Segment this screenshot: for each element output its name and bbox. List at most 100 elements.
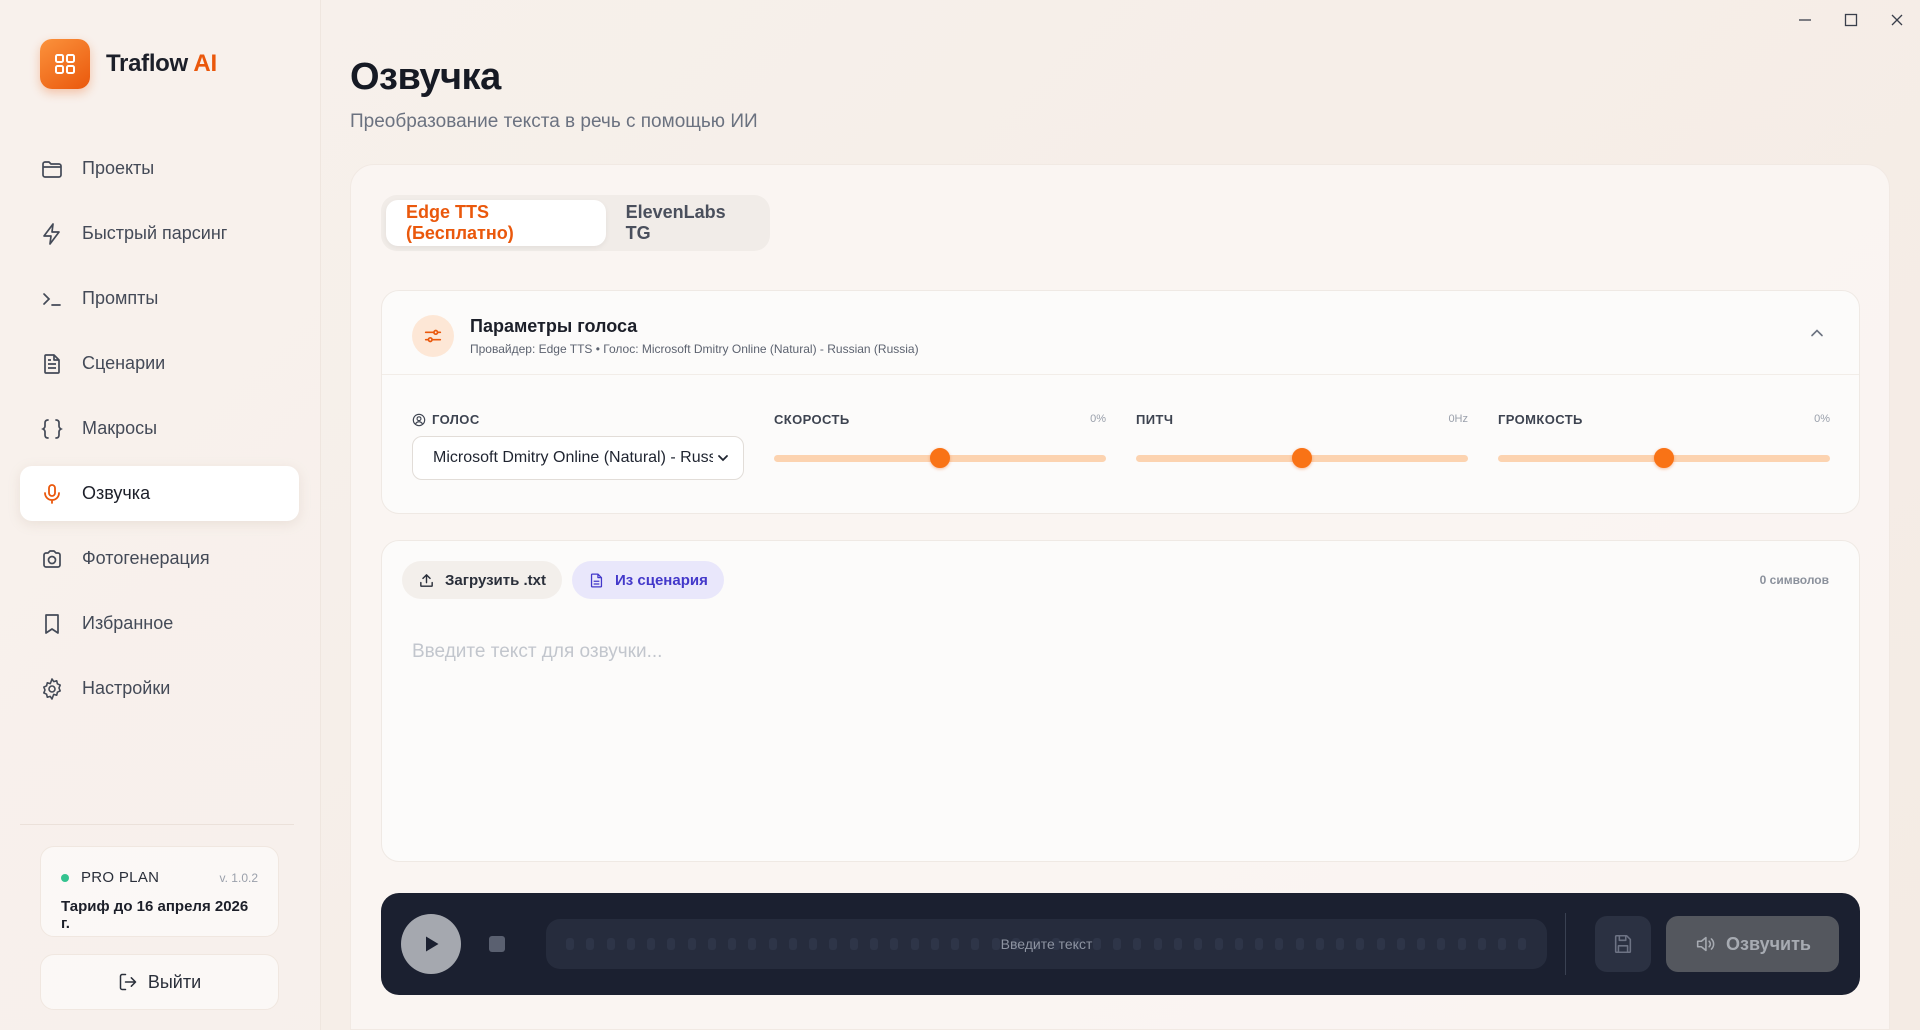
play-button[interactable] bbox=[401, 914, 461, 974]
voice-label: ГОЛОС bbox=[412, 412, 480, 427]
sidebar-item-scenarios[interactable]: Сценарии bbox=[20, 336, 299, 391]
speed-slider[interactable] bbox=[774, 443, 1106, 473]
document-icon bbox=[44, 353, 60, 374]
microphone-icon bbox=[44, 483, 60, 504]
voice-params-subtitle: Провайдер: Edge TTS • Голос: Microsoft D… bbox=[470, 342, 919, 356]
brand[interactable]: Traflow AI bbox=[40, 39, 217, 89]
save-audio-button[interactable] bbox=[1595, 916, 1651, 972]
maximize-icon bbox=[1844, 13, 1858, 27]
pitch-slider-thumb[interactable] bbox=[1292, 448, 1312, 468]
waveform-bar bbox=[910, 938, 919, 950]
waveform-bar bbox=[626, 938, 635, 950]
minimize-button[interactable] bbox=[1782, 0, 1828, 40]
pitch-slider[interactable] bbox=[1136, 443, 1468, 473]
volume-value: 0% bbox=[1814, 413, 1830, 425]
waveform-bar bbox=[1336, 938, 1345, 950]
pitch-label: ПИТЧ bbox=[1136, 412, 1174, 427]
floppy-icon bbox=[1614, 934, 1632, 954]
waveform-bar bbox=[1315, 938, 1324, 950]
sidebar-item-projects[interactable]: Проекты bbox=[20, 141, 299, 196]
waveform-bar bbox=[586, 938, 595, 950]
provider-tabs: Edge TTS (Бесплатно) ElevenLabs TG bbox=[381, 195, 770, 251]
waveform-bar bbox=[667, 938, 676, 950]
speed-label: СКОРОСТЬ bbox=[774, 412, 850, 427]
terminal-icon bbox=[43, 292, 61, 306]
waveform-bar bbox=[1518, 938, 1527, 950]
char-count: 0 символов bbox=[1759, 573, 1829, 587]
waveform-bar bbox=[647, 938, 656, 950]
close-button[interactable] bbox=[1874, 0, 1920, 40]
logout-button[interactable]: Выйти bbox=[40, 954, 279, 1010]
upload-txt-button[interactable]: Загрузить .txt bbox=[402, 561, 563, 599]
logout-label: Выйти bbox=[147, 971, 202, 992]
plan-name: PRO PLAN bbox=[61, 869, 159, 886]
waveform-bar bbox=[1477, 938, 1486, 950]
voice-params-header[interactable]: Параметры голоса Провайдер: Edge TTS • Г… bbox=[382, 291, 1859, 375]
main-card: Edge TTS (Бесплатно) ElevenLabs TG Парам… bbox=[350, 164, 1890, 1030]
lightning-icon bbox=[43, 222, 60, 245]
volume-slider[interactable] bbox=[1498, 443, 1830, 473]
sidebar-item-voiceover[interactable]: Озвучка bbox=[20, 466, 299, 521]
chevron-up-icon[interactable] bbox=[1807, 323, 1827, 343]
voice-label-text: ГОЛОС bbox=[432, 412, 480, 427]
volume-slider-thumb[interactable] bbox=[1654, 448, 1674, 468]
tab-elevenlabs[interactable]: ElevenLabs TG bbox=[606, 200, 765, 246]
waveform-bar bbox=[687, 938, 696, 950]
waveform-bar bbox=[728, 938, 737, 950]
waveform-bar bbox=[1194, 938, 1203, 950]
sidebar-nav: Проекты Быстрый парсинг Промпты Сценарии… bbox=[20, 141, 299, 726]
minimize-icon bbox=[1799, 19, 1811, 21]
waveform-bar bbox=[788, 938, 797, 950]
waveform-bar bbox=[1214, 938, 1223, 950]
waveform-bar bbox=[829, 938, 838, 950]
from-script-label: Из сценария bbox=[615, 571, 708, 589]
waveform-bar bbox=[930, 938, 939, 950]
page-subtitle: Преобразование текста в речь с помощью И… bbox=[350, 111, 758, 132]
tts-text-input[interactable] bbox=[412, 641, 1831, 841]
maximize-button[interactable] bbox=[1828, 0, 1874, 40]
voice-params-title: Параметры голоса bbox=[470, 316, 638, 336]
waveform-bar bbox=[1113, 938, 1122, 950]
waveform-bar bbox=[768, 938, 777, 950]
waveform-placeholder: Введите текст bbox=[1000, 936, 1093, 952]
sidebar-item-prompts[interactable]: Промпты bbox=[20, 271, 299, 326]
speed-value: 0% bbox=[1090, 413, 1106, 425]
voice-select[interactable]: Microsoft Dmitry Online (Natural) - Russ… bbox=[412, 436, 744, 480]
waveform-bar bbox=[1234, 938, 1243, 950]
tab-edge-tts[interactable]: Edge TTS (Бесплатно) bbox=[386, 200, 606, 246]
sidebar-item-label: Быстрый парсинг bbox=[82, 223, 228, 243]
from-script-button[interactable]: Из сценария bbox=[572, 561, 724, 599]
plan-name-text: PRO PLAN bbox=[81, 869, 160, 886]
sidebar-item-macros[interactable]: Макросы bbox=[20, 401, 299, 456]
waveform-bar bbox=[1457, 938, 1466, 950]
waveform-bar bbox=[566, 938, 574, 950]
brand-name-main: Traflow bbox=[106, 50, 188, 77]
sidebar-item-favorites[interactable]: Избранное bbox=[20, 596, 299, 651]
speed-slider-thumb[interactable] bbox=[930, 448, 950, 468]
volume-label: ГРОМКОСТЬ bbox=[1498, 412, 1583, 427]
bookmark-icon bbox=[45, 613, 59, 634]
grid-icon bbox=[55, 54, 75, 74]
waveform-bar bbox=[971, 938, 980, 950]
waveform-bar bbox=[1437, 938, 1446, 950]
plan-card: PRO PLAN v. 1.0.2 Тариф до 16 апреля 202… bbox=[40, 846, 279, 937]
waveform-bar bbox=[1133, 938, 1142, 950]
waveform-bar bbox=[1255, 938, 1264, 950]
close-icon bbox=[1891, 14, 1903, 26]
waveform[interactable]: Введите текст bbox=[546, 919, 1547, 969]
waveform-bar bbox=[890, 938, 899, 950]
user-circle-icon bbox=[412, 413, 426, 426]
sidebar-item-photogeneration[interactable]: Фотогенерация bbox=[20, 531, 299, 586]
logout-icon bbox=[119, 973, 137, 991]
waveform-bar bbox=[1417, 938, 1426, 950]
waveform-bar bbox=[951, 938, 960, 950]
sidebar-item-settings[interactable]: Настройки bbox=[20, 661, 299, 716]
synthesize-label: Озвучить bbox=[1726, 933, 1811, 954]
sidebar-item-quick-parsing[interactable]: Быстрый парсинг bbox=[20, 206, 299, 261]
stop-button[interactable] bbox=[489, 936, 505, 952]
waveform-bar bbox=[1092, 938, 1101, 950]
synthesize-button[interactable]: Озвучить bbox=[1666, 916, 1839, 972]
sidebar-item-label: Макросы bbox=[82, 418, 158, 438]
gear-icon bbox=[43, 677, 61, 700]
waveform-bar bbox=[748, 938, 757, 950]
